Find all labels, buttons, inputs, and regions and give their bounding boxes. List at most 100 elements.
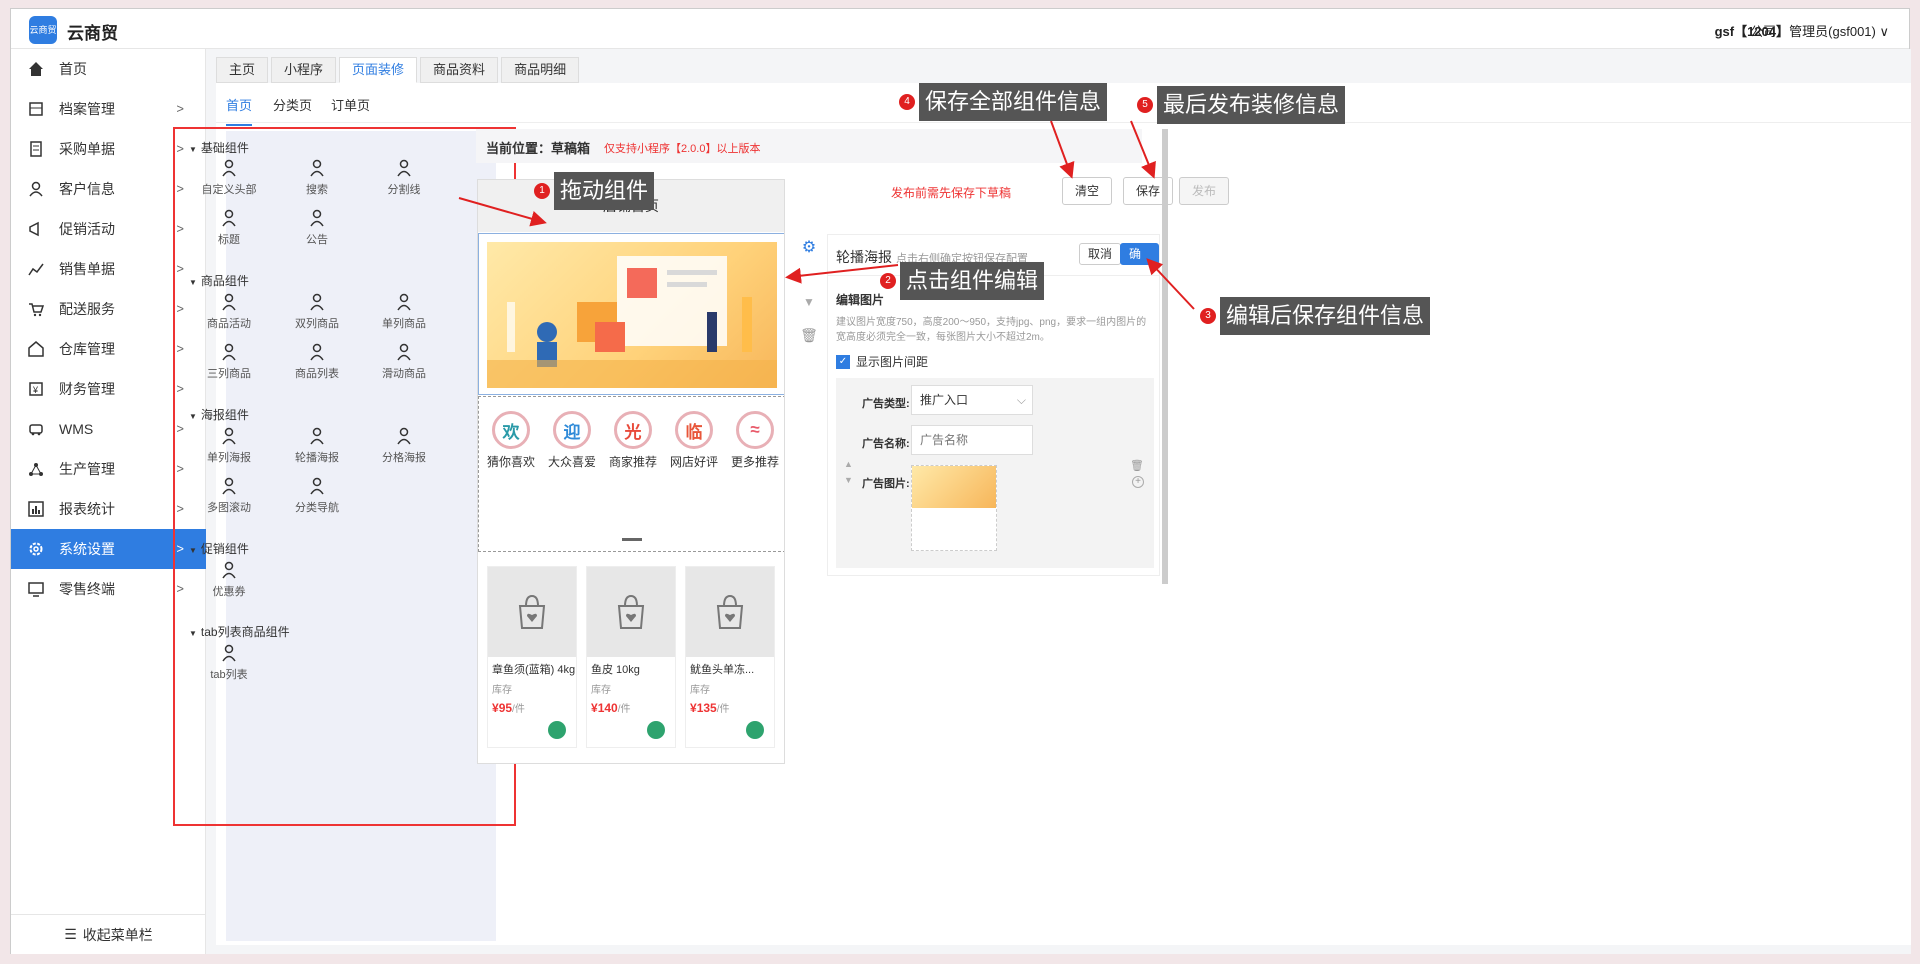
component-item[interactable]: 分割线 [364,159,444,197]
component-item[interactable]: 自定义头部 [189,159,269,197]
product-card[interactable]: 鱿鱼头单冻... 库存 ¥135/件 [685,566,775,748]
gear-icon[interactable]: ⚙ [797,237,821,257]
subtab-order[interactable]: 订单页 [331,95,370,114]
tab-miniprogram[interactable]: 小程序 [271,57,337,83]
component-item[interactable]: 三列商品 [189,343,269,381]
move-down-icon[interactable]: ▼ [844,475,853,485]
annotation-label: 点击组件编辑 [900,262,1045,300]
component-label: 三列商品 [207,368,251,380]
cart-icon[interactable] [746,721,764,739]
component-label: tab列表 [210,669,248,681]
component-item[interactable]: 轮播海报 [277,427,357,465]
component-icon [310,427,324,445]
product-price: ¥135/件 [686,696,774,719]
component-item[interactable]: 单列商品 [364,293,444,331]
collapse-label: 收起菜单栏 [82,926,153,943]
component-item[interactable]: 商品列表 [277,343,357,381]
ad-name-label: 广告名称: [862,438,910,450]
ad-image-upload[interactable] [911,465,997,551]
sidebar-item-label: 财务管理 [59,381,115,397]
version-note: 仅支持小程序【2.0.0】以上版本 [604,143,761,155]
component-icon [310,477,324,495]
edit-image-section: 编辑图片 [836,293,885,307]
component-icon [222,477,236,495]
tab-page-decoration[interactable]: 页面装修 [339,57,418,83]
carousel-banner[interactable] [478,233,784,395]
nav-item[interactable]: 迎 大众喜爱 [542,411,602,470]
annotation-number: 1 [534,183,550,199]
cart-icon[interactable] [647,721,665,739]
cancel-button[interactable]: 取消 [1079,243,1122,265]
sidebar-item-label: 销售单据 [59,261,115,277]
clear-button[interactable]: 清空 [1062,177,1113,205]
component-item[interactable]: 多图滚动 [189,477,269,515]
component-item[interactable]: 优惠券 [189,561,269,599]
add-circle-icon[interactable]: + [1132,476,1144,488]
component-icon [222,644,236,662]
product-card[interactable]: 章鱼须(蓝箱) 4kg 库存 ¥95/件 [487,566,577,748]
component-item[interactable]: 单列海报 [189,427,269,465]
component-item[interactable]: tab列表 [189,644,269,682]
editor-scrollbar[interactable] [1162,129,1168,584]
component-item[interactable]: 标题 [189,209,269,247]
component-item[interactable]: 公告 [277,209,357,247]
group-title-tab-list: tab列表商品组件 [189,623,290,640]
promotion-icon [27,220,45,238]
component-item[interactable]: 搜索 [277,159,357,197]
top-bar: 云商贸 云商贸 gsf【1204】 公司：管理员(gsf001) ∨ [11,9,1909,49]
sidebar-item-archive[interactable]: 档案管理 > [11,89,206,129]
nav-item[interactable]: ≈ 更多推荐 [725,411,784,470]
collapse-menu-button[interactable]: ☰ 收起菜单栏 [11,914,206,954]
move-up-icon[interactable]: ▲ [844,459,853,469]
tab-product-detail[interactable]: 商品明细 [501,57,580,83]
subtab-home[interactable]: 首页 [226,95,253,126]
nav-item[interactable]: 光 商家推荐 [603,411,663,470]
app-window: 云商贸 云商贸 gsf【1204】 公司：管理员(gsf001) ∨ 首页 档案… [10,8,1911,954]
component-label: 搜索 [306,184,328,196]
ad-name-input[interactable] [911,425,1033,455]
subtab-category[interactable]: 分类页 [273,95,312,114]
publish-button[interactable]: 发布 [1179,177,1230,205]
component-icon [222,561,236,579]
tab-product-info[interactable]: 商品资料 [420,57,499,83]
component-item[interactable]: 分格海报 [364,427,444,465]
component-item[interactable]: 分类导航 [277,477,357,515]
category-nav[interactable]: 欢 猜你喜欢 迎 大众喜爱 光 商家推荐 临 网店好评 ≈ 更多推荐 [478,396,784,552]
component-label: 标题 [218,234,240,246]
product-card[interactable]: 鱼皮 10kg 库存 ¥140/件 [586,566,676,748]
trash-icon[interactable]: 🗑 [797,327,821,344]
confirm-button[interactable]: 确定 [1120,243,1159,281]
wms-icon [27,420,45,438]
nav-pager-indicator [622,538,642,541]
nav-icon: 光 [614,411,652,449]
component-icon [397,159,411,177]
price-unit: /件 [512,704,525,715]
nav-icon: 欢 [492,411,530,449]
component-item[interactable]: 商品活动 [189,293,269,331]
component-label: 分类导航 [295,502,339,514]
component-item[interactable]: 滑动商品 [364,343,444,381]
trash-icon[interactable]: 🗑 [1130,459,1144,472]
component-label: 优惠券 [212,586,246,598]
banner-image [487,242,777,388]
component-label: 多图滚动 [207,502,251,514]
app-logo: 云商贸 [29,16,57,44]
top-tabs: 主页 小程序 页面装修 商品资料 商品明细 [216,57,582,83]
component-item[interactable]: 双列商品 [277,293,357,331]
sidebar-item-home[interactable]: 首页 [11,49,206,89]
nav-item[interactable]: 临 网店好评 [664,411,724,470]
move-down-icon[interactable]: ▼ [797,295,821,309]
component-label: 轮播海报 [295,452,339,464]
nav-icon: 迎 [553,411,591,449]
ad-type-value: 推广入口 [920,393,969,407]
company-dropdown[interactable]: 公司：管理员(gsf001) ∨ [1750,21,1889,40]
cart-icon[interactable] [548,721,566,739]
ad-type-select[interactable]: 推广入口 ⌵ [911,385,1033,415]
nav-item[interactable]: 欢 猜你喜欢 [481,411,541,470]
component-icon [222,159,236,177]
checkbox-checked-icon[interactable]: ✓ [836,354,850,369]
spacing-toggle[interactable]: ✓ 显示图片间距 [836,353,928,370]
nav-icon: 临 [675,411,713,449]
nav-label: 网店好评 [669,455,718,469]
tab-home[interactable]: 主页 [216,57,269,83]
